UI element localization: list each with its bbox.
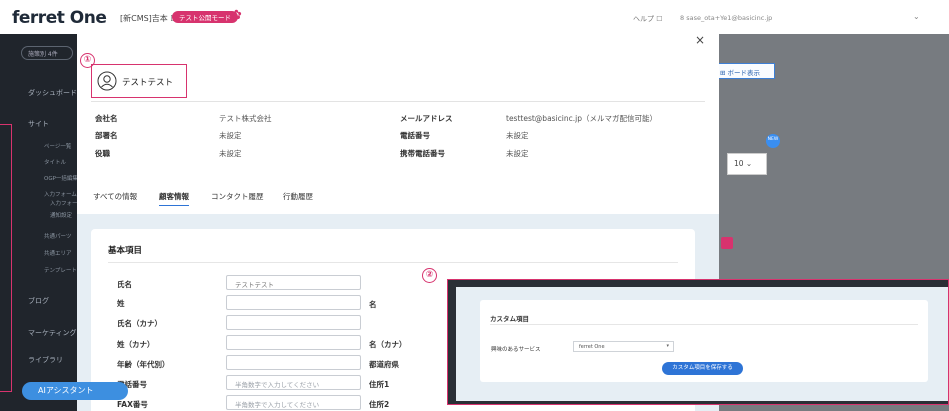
info-label-mobile: 携帯電話番号 [400,149,445,158]
info-value-mobile: 未設定 [506,149,529,158]
mode-badge: テスト公開モード [172,11,238,23]
custom-fields-callout: カスタム項目 興味のあるサービス ferret One ▾ カスタム項目を保存す… [447,279,949,405]
interest-service-select[interactable]: ferret One ▾ [573,341,674,352]
custom-fields-card: カスタム項目 興味のあるサービス ferret One ▾ カスタム項目を保存す… [480,300,928,382]
project-name[interactable]: [新CMS]吉本 ☐ [120,13,178,24]
field-label-address2: 住所2 [369,400,390,409]
ai-assistant-button[interactable]: AIアシスタント [22,382,128,400]
sidebar-subitem[interactable]: タイトル [44,158,66,166]
last-name-field[interactable] [226,295,361,310]
tab-activity-history[interactable]: 行動履歴 [283,191,313,202]
per-page-select[interactable]: 10 ⌄ [727,153,767,175]
contact-header: テストテスト [91,64,187,98]
sidebar-subitem[interactable]: ページ一覧 [44,142,71,150]
help-link[interactable]: ヘルプ ☐ [633,14,663,24]
divider [108,262,678,263]
brand-logo[interactable]: ferret One [12,8,107,28]
board-view-button[interactable]: ⊞ ボード表示 [715,63,775,79]
interest-service-value: ferret One [579,344,605,350]
info-value-department: 未設定 [219,131,242,140]
info-value-phone: 未設定 [506,131,529,140]
sidebar-item-library[interactable]: ライブラリ [28,355,63,365]
full-name-kana-field[interactable] [226,315,361,330]
sidebar-highlight-frame [0,124,12,392]
person-outline-icon [97,71,117,91]
callout-panel: カスタム項目 興味のあるサービス ferret One ▾ カスタム項目を保存す… [456,287,948,401]
custom-fields-title: カスタム項目 [490,315,529,323]
new-badge: NEW [766,134,780,148]
info-label-department: 部署名 [95,131,118,140]
tab-all-info[interactable]: すべての情報 [93,191,137,202]
chevron-down-icon[interactable]: ⌄ [913,12,920,21]
divider [490,324,918,325]
sidebar-subitem[interactable]: テンプレート [44,266,77,274]
sidebar-subitem[interactable]: 入力フォーム [44,190,77,198]
ai-assistant-label: AIアシスタント [38,386,94,395]
field-label-last-name: 姓 [117,299,125,308]
field-label-prefecture: 都道府県 [369,360,399,369]
per-page-value: 10 [734,159,744,168]
field-label-last-name-kana: 姓（カナ） [117,340,155,349]
full-name-field[interactable]: テストテスト [226,275,361,290]
sidebar-item-marketing[interactable]: マーケティング [28,328,76,338]
field-label-age: 年齢（年代別） [117,360,170,369]
sidebar-subitem[interactable]: 共通エリア [44,249,72,257]
age-field[interactable] [226,355,361,370]
info-label-phone: 電話番号 [400,131,430,140]
field-label-fax: FAX番号 [117,400,148,409]
fax-field[interactable]: 半角数字で入力してください [226,395,361,410]
save-custom-fields-button[interactable]: カスタム項目を保存する [662,362,743,375]
sidebar-item-site[interactable]: サイト [28,119,49,129]
last-name-kana-field[interactable] [226,335,361,350]
tab-contact-history[interactable]: コンタクト履歴 [211,191,264,202]
field-label-address1: 住所1 [369,380,390,389]
sidebar-subitem[interactable]: 通知設定 [50,211,72,219]
sidebar-subitem[interactable]: 共通パーツ [44,232,71,240]
gear-icon[interactable]: ✿ [231,8,242,23]
info-label-email: メールアドレス [400,114,453,123]
sidebar-item-dashboard[interactable]: ダッシュボード [28,88,77,98]
phone-field[interactable]: 半角数字で入力してください [226,375,361,390]
sidebar-item-blog[interactable]: ブログ [28,296,49,306]
field-label-interest-service: 興味のあるサービス [491,347,541,353]
tab-customer-info[interactable]: 顧客情報 [159,191,189,206]
section-title: 基本項目 [108,246,143,256]
field-label-full-name-kana: 氏名（カナ） [117,319,162,328]
info-value-position: 未設定 [219,149,242,158]
divider [91,101,705,102]
sidebar-subitem[interactable]: OGP一括編集 [44,174,78,182]
close-icon[interactable]: × [695,33,705,47]
sidebar-filter[interactable]: 施策別 4件 [21,46,73,60]
field-label-full-name: 氏名 [117,280,132,289]
chevron-down-icon: ▾ [666,343,669,349]
user-account[interactable]: 8 sase_ota+Ye1@basicinc.jp [680,14,772,22]
field-label-first-name-kana: 名（カナ） [369,340,407,349]
info-value-company: テスト株式会社 [219,114,272,123]
info-value-email: testtest@basicinc.jp（メルマガ配信可能） [506,114,657,123]
field-label-first-name: 名 [369,300,377,309]
info-label-company: 会社名 [95,114,118,123]
row-action-icon[interactable] [721,237,733,249]
step-marker-2: ② [422,268,437,283]
info-label-position: 役職 [95,149,110,158]
contact-name: テストテスト [122,78,174,88]
